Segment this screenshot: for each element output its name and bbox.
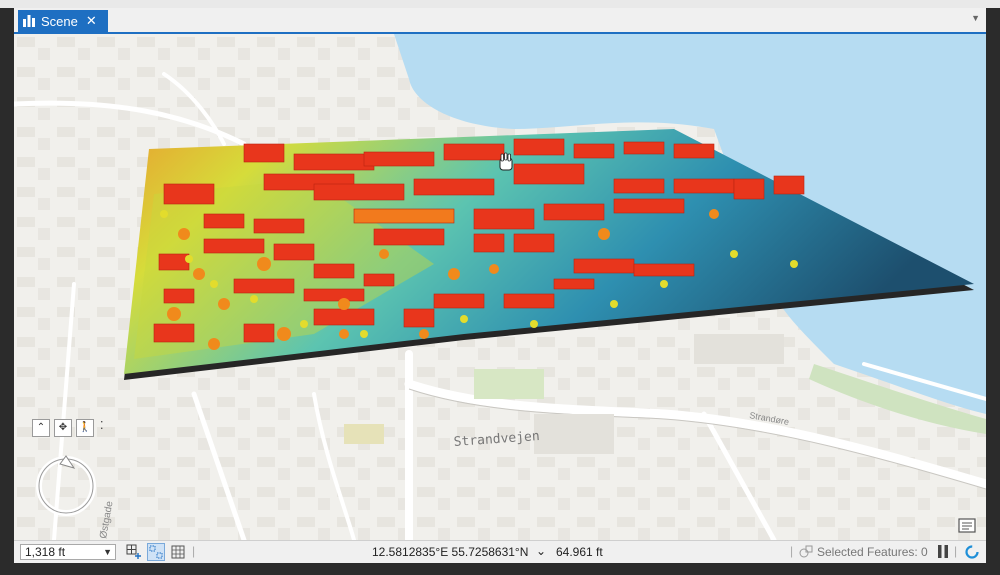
park [474,369,544,399]
refresh-icon[interactable] [964,544,980,560]
snapping-icon[interactable] [147,543,165,561]
elevation-readout: 64.961 ft [556,545,603,559]
navigator-tools: ⌃ ✥ 🚶 ⁚ [32,419,104,437]
pause-icon[interactable] [938,545,948,558]
park [344,424,384,444]
separator: | [790,544,794,558]
separator: | [192,544,196,558]
separator: | [954,544,958,558]
chevron-down-icon[interactable]: ⌄ [536,544,546,558]
hand-cursor-icon [499,152,513,171]
chevron-down-icon: ▼ [103,547,112,557]
grid-add-icon[interactable] [126,544,142,560]
walk-icon[interactable]: 🚶 [76,419,94,437]
grid-icon[interactable] [170,544,186,560]
top-strip [0,0,1000,8]
chevron-up-icon[interactable]: ⌃ [32,419,50,437]
scale-value: 1,318 ft [25,545,66,559]
close-icon[interactable]: ✕ [86,13,97,29]
tab-bar: Scene ✕ ▼ [14,8,986,34]
selected-features[interactable]: Selected Features: 0 [817,545,928,559]
scene-canvas[interactable]: Strandvejen Strandøre Østgade [14,34,986,540]
pan-icon[interactable]: ✥ [54,419,72,437]
park [694,334,784,364]
bottom-strip [0,563,1000,575]
scene-icon [23,15,35,27]
navigator-compass[interactable] [34,452,98,516]
park [534,414,614,454]
tab-title: Scene [41,13,78,29]
chevron-down-icon[interactable]: ▼ [971,13,980,23]
selection-icon[interactable] [798,544,814,560]
scale-dropdown[interactable]: 1,318 ft ▼ [20,544,116,560]
more-icon[interactable]: ⁚ [100,419,104,437]
scene-view[interactable]: Strandvejen Strandøre Østgade ⌃ ✥ 🚶 ⁚ [14,34,986,540]
status-bar: 1,318 ft ▼ | 12.5812835°E 55.7258631°N ⌄… [14,540,986,564]
tab-scene[interactable]: Scene ✕ [18,10,108,32]
overview-icon[interactable] [958,516,978,534]
coordinate-readout: 12.5812835°E 55.7258631°N [372,545,529,559]
